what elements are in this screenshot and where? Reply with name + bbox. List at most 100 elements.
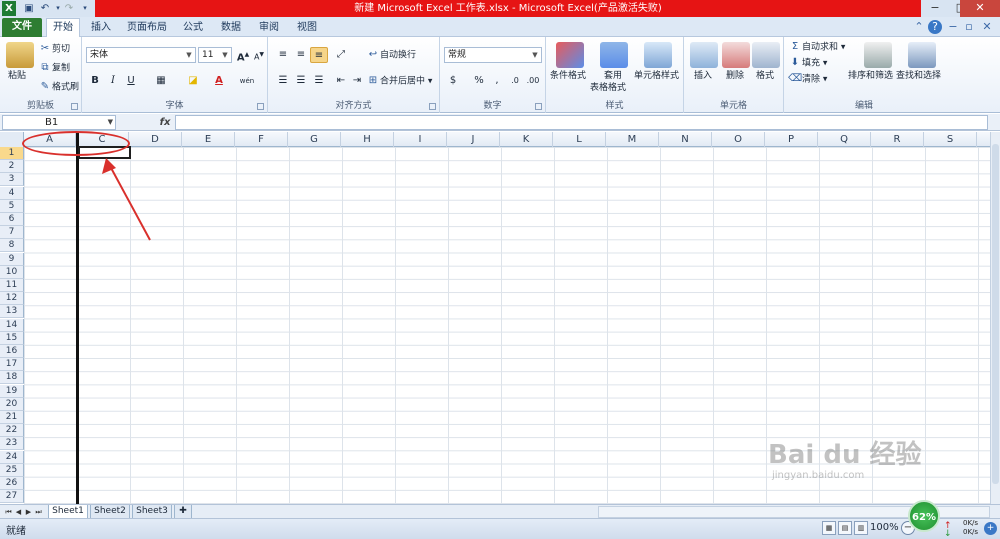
format-as-table-icon[interactable] bbox=[600, 42, 628, 68]
row-header-16[interactable]: 16 bbox=[0, 345, 24, 358]
format-cells-button[interactable]: 格式 bbox=[756, 70, 774, 82]
page-layout-view-icon[interactable]: ▤ bbox=[838, 521, 852, 535]
formula-input[interactable] bbox=[175, 115, 988, 130]
row-header-18[interactable]: 18 bbox=[0, 371, 24, 385]
autosum-button[interactable]: Σ 自动求和 ▾ bbox=[788, 41, 846, 54]
row-header-17[interactable]: 17 bbox=[0, 358, 24, 372]
decrease-decimal-icon[interactable]: .00 bbox=[524, 73, 542, 89]
column-header-I[interactable]: I bbox=[394, 132, 447, 147]
comma-button[interactable]: , bbox=[488, 73, 506, 89]
save-icon[interactable]: ▣ bbox=[22, 1, 36, 16]
row-header-22[interactable]: 22 bbox=[0, 424, 24, 438]
name-box[interactable]: B1 ▼ bbox=[2, 115, 116, 130]
row-header-13[interactable]: 13 bbox=[0, 305, 24, 319]
customize-qat-icon[interactable]: ▾ bbox=[80, 1, 90, 16]
align-middle-icon[interactable]: ≡ bbox=[292, 47, 310, 63]
row-header-27[interactable]: 27 bbox=[0, 490, 24, 504]
paste-icon[interactable] bbox=[6, 42, 34, 68]
vertical-scroll-thumb[interactable] bbox=[992, 144, 999, 484]
increase-decimal-icon[interactable]: .0 bbox=[506, 73, 524, 89]
zoom-level[interactable]: 100% bbox=[870, 522, 899, 533]
format-as-table-line1[interactable]: 套用 bbox=[604, 70, 622, 82]
row-header-7[interactable]: 7 bbox=[0, 226, 24, 240]
font-name-select[interactable]: 宋体 ▼ bbox=[86, 47, 196, 63]
tab-data[interactable]: 数据 bbox=[214, 19, 248, 37]
paste-button[interactable]: 粘贴 bbox=[8, 70, 26, 82]
alignment-launcher-icon[interactable] bbox=[429, 103, 436, 110]
row-header-25[interactable]: 25 bbox=[0, 463, 24, 477]
cell-styles-button[interactable]: 单元格样式 bbox=[634, 70, 679, 82]
row-header-10[interactable]: 10 bbox=[0, 265, 24, 279]
align-center-icon[interactable]: ☰ bbox=[292, 73, 310, 89]
insert-cells-icon[interactable] bbox=[690, 42, 718, 68]
number-format-select[interactable]: 常规 ▼ bbox=[444, 47, 542, 63]
binoculars-icon[interactable] bbox=[908, 42, 936, 68]
last-sheet-icon[interactable]: ⏭ bbox=[34, 506, 43, 518]
minimize-button[interactable]: − bbox=[922, 0, 948, 17]
doc-close-icon[interactable]: ✕ bbox=[980, 20, 994, 34]
column-header-G[interactable]: G bbox=[288, 132, 341, 147]
row-header-23[interactable]: 23 bbox=[0, 437, 24, 451]
font-color-icon[interactable]: A bbox=[210, 73, 228, 89]
tab-formulas[interactable]: 公式 bbox=[176, 19, 210, 37]
tab-view[interactable]: 视图 bbox=[290, 19, 324, 37]
underline-button[interactable]: U bbox=[122, 73, 140, 89]
tab-file[interactable]: 文件 bbox=[2, 18, 42, 37]
phonetic-button[interactable]: wén bbox=[238, 73, 256, 89]
find-select-button[interactable]: 查找和选择 bbox=[896, 70, 941, 82]
redo-icon[interactable]: ↷ bbox=[62, 1, 76, 16]
row-header-15[interactable]: 15 bbox=[0, 331, 24, 345]
sort-filter-icon[interactable] bbox=[864, 42, 892, 68]
cut-button[interactable]: ✂ 剪切 bbox=[38, 43, 70, 56]
undo-dropdown-icon[interactable]: ▾ bbox=[54, 1, 62, 16]
undo-icon[interactable]: ↶ bbox=[38, 1, 52, 16]
excel-logo-icon[interactable]: X bbox=[2, 1, 16, 16]
insert-function-icon[interactable]: fx bbox=[156, 115, 174, 130]
cell-styles-icon[interactable] bbox=[644, 42, 672, 68]
normal-view-icon[interactable]: ▦ bbox=[822, 521, 836, 535]
increase-indent-icon[interactable]: ⇥ bbox=[348, 73, 366, 89]
ribbon-minimize-icon[interactable]: ⌃ bbox=[912, 20, 926, 34]
vertical-scrollbar[interactable] bbox=[990, 132, 1000, 504]
borders-icon[interactable]: ▦ bbox=[152, 73, 170, 89]
insert-cells-button[interactable]: 插入 bbox=[694, 70, 712, 82]
align-left-icon[interactable]: ☰ bbox=[274, 73, 292, 89]
delete-cells-icon[interactable] bbox=[722, 42, 750, 68]
row-header-12[interactable]: 12 bbox=[0, 292, 24, 306]
row-header-26[interactable]: 26 bbox=[0, 477, 24, 490]
sheet-tab-1[interactable]: Sheet1 bbox=[48, 505, 88, 519]
copy-button[interactable]: ⧉ 复制 bbox=[38, 62, 70, 75]
column-header-J[interactable]: J bbox=[447, 132, 500, 147]
page-break-view-icon[interactable]: ▥ bbox=[854, 521, 868, 535]
tab-page-layout[interactable]: 页面布局 bbox=[122, 19, 172, 37]
align-bottom-icon[interactable]: ≡ bbox=[310, 47, 328, 63]
conditional-formatting-button[interactable]: 条件格式 bbox=[550, 70, 586, 82]
align-right-icon[interactable]: ☰ bbox=[310, 73, 328, 89]
font-size-select[interactable]: 11 ▼ bbox=[198, 47, 232, 63]
conditional-formatting-icon[interactable] bbox=[556, 42, 584, 68]
column-header-P[interactable]: P bbox=[765, 132, 818, 147]
percent-button[interactable]: % bbox=[470, 73, 488, 89]
row-header-1[interactable]: 1 bbox=[0, 147, 24, 160]
row-header-4[interactable]: 4 bbox=[0, 186, 24, 200]
fill-color-icon[interactable]: ◪ bbox=[184, 73, 202, 89]
column-header-D[interactable]: D bbox=[129, 132, 182, 147]
bold-button[interactable]: B bbox=[86, 73, 104, 89]
merge-center-button[interactable]: ⊞ 合并后居中 ▾ bbox=[366, 75, 433, 88]
delete-cells-button[interactable]: 删除 bbox=[726, 70, 744, 82]
tab-review[interactable]: 审阅 bbox=[252, 19, 286, 37]
row-header-6[interactable]: 6 bbox=[0, 213, 24, 226]
format-cells-icon[interactable] bbox=[752, 42, 780, 68]
row-header-19[interactable]: 19 bbox=[0, 384, 24, 398]
next-sheet-icon[interactable]: ▶ bbox=[24, 506, 33, 518]
row-header-24[interactable]: 24 bbox=[0, 450, 24, 464]
sheet-tab-3[interactable]: Sheet3 bbox=[132, 505, 172, 519]
format-as-table-button[interactable]: 表格格式 bbox=[590, 82, 626, 94]
align-top-icon[interactable]: ≡ bbox=[274, 47, 292, 63]
tab-home[interactable]: 开始 bbox=[46, 18, 80, 37]
tab-insert[interactable]: 插入 bbox=[84, 19, 118, 37]
column-header-K[interactable]: K bbox=[500, 132, 553, 147]
first-sheet-icon[interactable]: ⏮ bbox=[4, 506, 13, 518]
row-header-9[interactable]: 9 bbox=[0, 252, 24, 266]
row-header-21[interactable]: 21 bbox=[0, 411, 24, 424]
